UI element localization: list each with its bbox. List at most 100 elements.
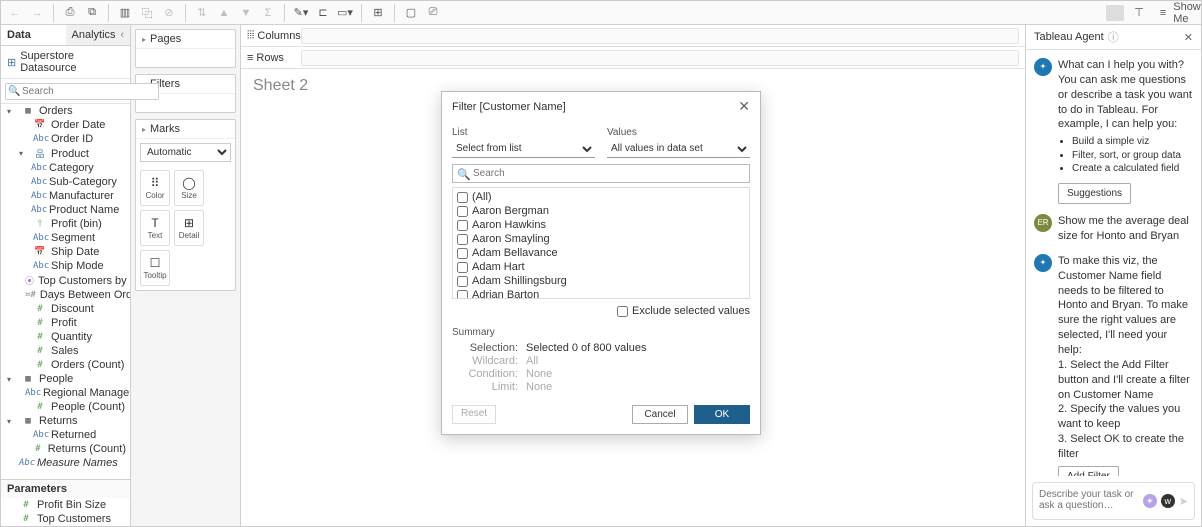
new-data-icon[interactable]: ⧉ (82, 4, 102, 22)
filter-value-checkbox[interactable] (457, 220, 468, 231)
pages-card[interactable]: ▸Pages (135, 29, 236, 68)
save-icon[interactable]: ⎙ (60, 4, 80, 22)
download-icon[interactable]: ⎚ (423, 4, 443, 22)
filter-value-checkbox[interactable] (457, 290, 468, 300)
data-guide-icon[interactable]: ⊤ (1129, 4, 1149, 22)
filter-value-item[interactable]: Aaron Bergman (455, 204, 747, 218)
rows-shelf[interactable]: ≡Rows (241, 47, 1025, 69)
add-filter-button[interactable]: Add Filter (1058, 466, 1119, 476)
highlight-icon[interactable]: ✎▾ (291, 4, 311, 22)
parameter-row[interactable]: #Profit Bin Size (1, 498, 130, 512)
mark-type-select[interactable]: Automatic (140, 143, 231, 162)
field-row[interactable]: =#Days Between Orde… (1, 288, 130, 302)
list-mode-select[interactable]: Select from list (452, 140, 595, 158)
field-row[interactable]: AbcSegment (1, 231, 130, 245)
field-search-input[interactable] (5, 83, 159, 100)
filter-value-item[interactable]: Aaron Hawkins (455, 218, 747, 232)
table-row[interactable]: ▾▦Orders (1, 104, 130, 118)
agent-input-box[interactable]: ✦ w ➤ (1032, 482, 1195, 520)
pages-label: Pages (150, 33, 181, 45)
field-row[interactable]: #Quantity (1, 330, 130, 344)
filter-value-checkbox[interactable] (457, 262, 468, 273)
info-icon[interactable]: ⓘ (1108, 29, 1119, 45)
filter-value-item[interactable]: Aaron Smayling (455, 232, 747, 246)
field-row[interactable]: ⫯Profit (bin) (1, 217, 130, 231)
field-row[interactable]: AbcProduct Name (1, 203, 130, 217)
clear-icon: ⊘ (159, 4, 179, 22)
agent-textarea[interactable] (1039, 489, 1139, 513)
agent-icon[interactable] (1105, 4, 1125, 22)
filter-value-checkbox[interactable] (457, 192, 468, 203)
user-avatar-icon: ER (1034, 214, 1052, 232)
marks-tooltip-cell[interactable]: ☐Tooltip (140, 250, 170, 286)
sparkle-icon[interactable]: ✦ (1143, 494, 1157, 508)
summary-wildcard-v: All (526, 355, 750, 367)
duplicate-icon[interactable]: ⿻ (137, 4, 157, 22)
field-row[interactable]: AbcReturned (1, 428, 130, 442)
datasource-row[interactable]: ⊞ Superstore Datasource (1, 46, 130, 79)
new-worksheet-icon[interactable]: ▥ (115, 4, 135, 22)
fit-icon[interactable]: ▭▾ (335, 4, 355, 22)
filter-value-checkbox[interactable] (457, 248, 468, 259)
summary-header: Summary (452, 327, 750, 338)
field-row[interactable]: AbcCategory (1, 161, 130, 175)
values-mode-select[interactable]: All values in data set (607, 140, 750, 158)
search-icon: 🔍 (8, 86, 20, 97)
field-row[interactable]: AbcRegional Manager (1, 386, 130, 400)
field-row[interactable]: #Profit (1, 316, 130, 330)
tab-data[interactable]: Data (1, 25, 66, 45)
present-icon[interactable]: ▢ (401, 4, 421, 22)
parameter-row[interactable]: #Top Customers (1, 512, 130, 526)
marks-color-cell[interactable]: ⠿Color (140, 170, 170, 206)
field-row[interactable]: ▾品Product (1, 146, 130, 161)
field-row[interactable]: #Orders (Count) (1, 358, 130, 372)
agent-close-icon[interactable]: ✕ (1184, 31, 1193, 44)
filter-value-item[interactable]: Adrian Barton (455, 288, 747, 299)
field-row[interactable]: AbcOrder ID (1, 132, 130, 146)
ok-button[interactable]: OK (694, 405, 750, 424)
filter-value-item[interactable]: Adam Bellavance (455, 246, 747, 260)
filter-values-list[interactable]: (All)Aaron BergmanAaron HawkinsAaron Sma… (452, 187, 750, 299)
marks-size-cell[interactable]: ◯Size (174, 170, 204, 206)
field-row[interactable]: 📅Ship Date (1, 245, 130, 259)
labels-icon[interactable]: ⊞ (368, 4, 388, 22)
field-row[interactable]: AbcSub-Category (1, 175, 130, 189)
table-row[interactable]: ▾▦Returns (1, 414, 130, 428)
filter-value-item[interactable]: Adam Shillingsburg (455, 274, 747, 288)
field-row[interactable]: #People (Count) (1, 400, 130, 414)
filter-value-checkbox[interactable] (457, 206, 468, 217)
undo-icon: ← (5, 4, 25, 22)
marks-detail-cell[interactable]: ⊞Detail (174, 210, 204, 246)
field-row[interactable]: AbcManufacturer (1, 189, 130, 203)
marks-text-cell[interactable]: TText (140, 210, 170, 246)
format-icon[interactable]: ≡ (1153, 4, 1173, 22)
field-row[interactable]: #Sales (1, 344, 130, 358)
tab-analytics[interactable]: Analytics‹ (66, 25, 131, 45)
dialog-close-icon[interactable]: ✕ (738, 98, 750, 115)
filter-value-item[interactable]: (All) (455, 190, 747, 204)
field-row[interactable]: ⦿Top Customers by P… (1, 273, 130, 288)
group-icon[interactable]: ⊏ (313, 4, 333, 22)
exclude-checkbox[interactable] (617, 306, 628, 317)
filter-value-checkbox[interactable] (457, 276, 468, 287)
show-me-button[interactable]: Show Me (1177, 4, 1197, 22)
filter-value-item[interactable]: Adam Hart (455, 260, 747, 274)
redo-icon: → (27, 4, 47, 22)
suggestions-button[interactable]: Suggestions (1058, 183, 1131, 205)
datasource-icon: ⊞ (7, 56, 16, 69)
dialog-search-input[interactable] (452, 164, 750, 183)
summary-condition-v: None (526, 368, 750, 380)
send-icon[interactable]: ➤ (1179, 495, 1188, 508)
columns-shelf[interactable]: ⦙⦙⦙Columns (241, 25, 1025, 47)
field-row[interactable]: #Discount (1, 302, 130, 316)
agent-user-msg: Show me the average deal size for Honto … (1058, 214, 1193, 244)
field-row[interactable]: AbcMeasure Names (1, 456, 130, 470)
field-row[interactable]: 📅Order Date (1, 118, 130, 132)
field-row[interactable]: AbcShip Mode (1, 259, 130, 273)
field-row[interactable]: #Returns (Count) (1, 442, 130, 456)
agent-bullet: Build a simple viz (1072, 135, 1193, 149)
table-row[interactable]: ▾▦People (1, 372, 130, 386)
cancel-button[interactable]: Cancel (632, 405, 688, 424)
filter-value-checkbox[interactable] (457, 234, 468, 245)
voice-icon[interactable]: w (1161, 494, 1175, 508)
